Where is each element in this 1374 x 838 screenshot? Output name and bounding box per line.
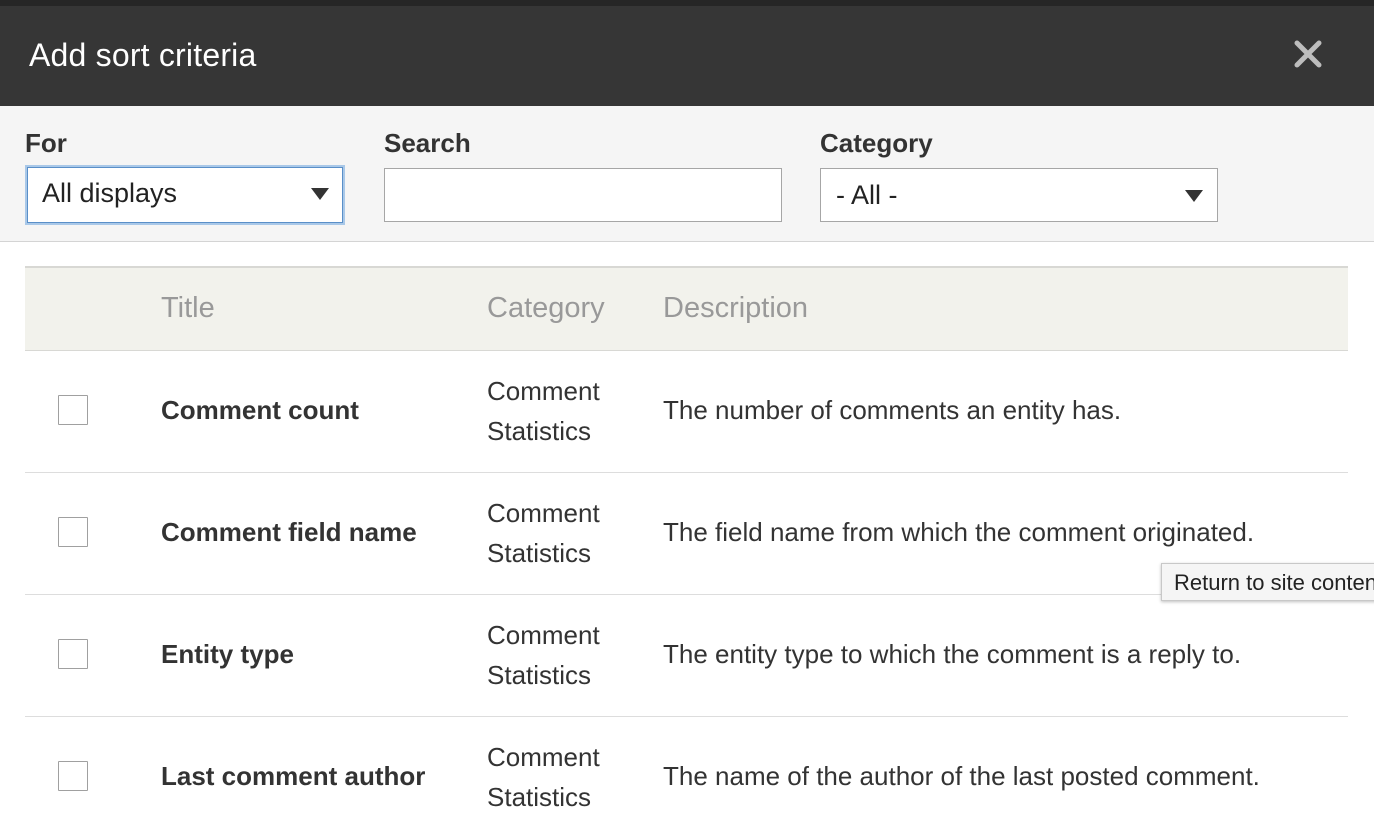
- search-label: Search: [384, 128, 471, 158]
- row-category-line: Comment: [487, 376, 600, 406]
- column-header-title[interactable]: Title: [161, 292, 215, 325]
- for-select-value: All displays: [42, 178, 178, 208]
- row-description: The number of comments an entity has.: [663, 395, 1122, 425]
- row-description: The entity type to which the comment is …: [663, 639, 1242, 669]
- column-header-category[interactable]: Category: [487, 292, 605, 325]
- row-title: Entity type: [161, 639, 294, 669]
- category-select-value: - All -: [836, 180, 898, 210]
- table-row: Entity type Comment Statistics The entit…: [25, 595, 1348, 717]
- table-row: Last comment author Comment Statistics T…: [25, 717, 1348, 838]
- row-title: Comment count: [161, 395, 359, 425]
- sort-criteria-table: Title Category Description Comment count…: [25, 266, 1348, 838]
- row-category: Comment Statistics: [487, 493, 647, 573]
- row-checkbox[interactable]: [58, 761, 88, 791]
- row-checkbox[interactable]: [58, 517, 88, 547]
- row-description: The field name from which the comment or…: [663, 517, 1255, 547]
- row-category-line: Statistics: [487, 416, 592, 446]
- category-select[interactable]: - All -: [820, 168, 1218, 222]
- row-category: Comment Statistics: [487, 737, 647, 817]
- for-label: For: [25, 128, 67, 158]
- row-checkbox[interactable]: [58, 639, 88, 669]
- row-category-line: Statistics: [487, 538, 592, 568]
- column-header-description[interactable]: Description: [663, 292, 808, 325]
- tooltip-text: Return to site content: [1174, 570, 1374, 595]
- close-icon[interactable]: [1288, 34, 1328, 74]
- chevron-down-icon: [1185, 190, 1203, 202]
- table-row: Comment count Comment Statistics The num…: [25, 351, 1348, 473]
- filter-bar: For All displays Search Category - All -: [0, 106, 1374, 242]
- row-category-line: Comment: [487, 498, 600, 528]
- table-header: Title Category Description: [25, 266, 1348, 351]
- dialog-title: Add sort criteria: [29, 37, 257, 73]
- chevron-down-icon: [311, 188, 329, 200]
- category-label: Category: [820, 128, 933, 158]
- row-title: Comment field name: [161, 517, 417, 547]
- row-category-line: Comment: [487, 620, 600, 650]
- row-checkbox[interactable]: [58, 395, 88, 425]
- search-input[interactable]: [384, 168, 782, 222]
- dialog-titlebar: Add sort criteria: [0, 6, 1374, 106]
- table-row: Comment field name Comment Statistics Th…: [25, 473, 1348, 595]
- row-category: Comment Statistics: [487, 615, 647, 695]
- row-title: Last comment author: [161, 761, 426, 791]
- row-category: Comment Statistics: [487, 371, 647, 451]
- row-description: The name of the author of the last poste…: [663, 761, 1260, 791]
- tooltip: Return to site content: [1161, 563, 1374, 601]
- for-select[interactable]: All displays: [25, 165, 345, 225]
- row-category-line: Comment: [487, 742, 600, 772]
- row-category-line: Statistics: [487, 782, 592, 812]
- row-category-line: Statistics: [487, 660, 592, 690]
